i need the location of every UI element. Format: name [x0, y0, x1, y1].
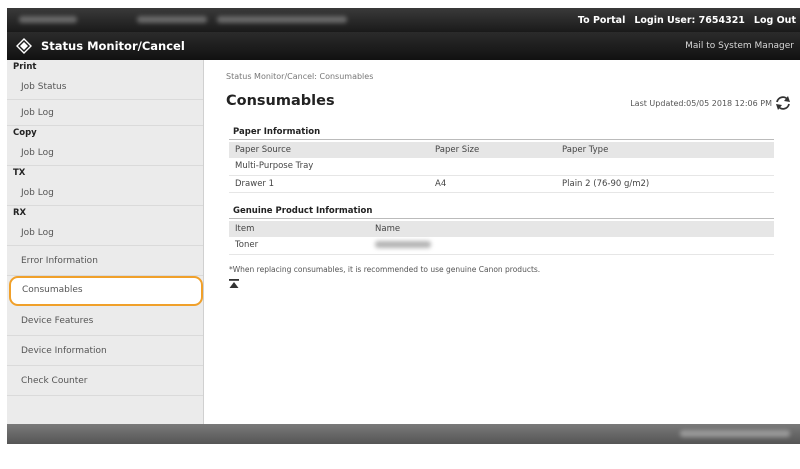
- title-bar: Status Monitor/Cancel Mail to System Man…: [7, 32, 800, 60]
- last-updated-label: Last Updated:05/05 2018 12:06 PM: [630, 99, 772, 108]
- column-header: Item: [229, 221, 369, 237]
- sidebar-item-tx-job-log[interactable]: Job Log: [7, 180, 203, 206]
- table-cell: Multi-Purpose Tray: [229, 158, 429, 176]
- table-cell: Toner: [229, 237, 369, 255]
- login-user-label: Login User: 7654321: [634, 14, 745, 26]
- column-header: Name: [369, 221, 774, 237]
- table-row: Drawer 1 A4 Plain 2 (76-90 g/m2): [229, 175, 774, 193]
- sidebar-heading-print: Print: [13, 62, 37, 72]
- page-title: Consumables: [226, 93, 335, 109]
- genuine-product-table: Item Name Toner: [229, 221, 774, 255]
- column-header: Paper Size: [429, 142, 556, 158]
- paper-information-table: Paper Source Paper Size Paper Type Multi…: [229, 142, 774, 193]
- blurred-device-address: [137, 16, 207, 23]
- table-cell: [556, 158, 774, 176]
- log-out-link[interactable]: Log Out: [754, 15, 796, 26]
- sidebar-heading-tx: TX: [13, 168, 26, 178]
- footer: [7, 424, 800, 444]
- table-row: Toner: [229, 237, 774, 255]
- blurred-device-name: [19, 16, 77, 23]
- sidebar-item-error-information[interactable]: Error Information: [7, 246, 203, 276]
- mail-to-system-manager-link[interactable]: Mail to System Manager: [685, 41, 794, 51]
- table-cell: Drawer 1: [229, 175, 429, 193]
- blurred-device-info: [217, 16, 347, 23]
- table-header-row: Item Name: [229, 221, 774, 237]
- to-portal-link[interactable]: To Portal: [578, 15, 625, 26]
- top-links: To Portal Login User: 7654321 Log Out: [578, 8, 796, 32]
- refresh-icon[interactable]: [774, 94, 792, 112]
- table-row: Multi-Purpose Tray: [229, 158, 774, 176]
- paper-information-divider: [229, 139, 774, 140]
- sidebar-item-device-information[interactable]: Device Information: [7, 336, 203, 366]
- column-header: Paper Type: [556, 142, 774, 158]
- genuine-product-divider: [229, 218, 774, 219]
- column-header: Paper Source: [229, 142, 429, 158]
- status-monitor-logo-icon: [16, 38, 32, 54]
- sidebar-item-print-job-log[interactable]: Job Log: [7, 100, 203, 126]
- sidebar: Print Job Status Job Log Copy Job Log TX…: [7, 60, 204, 424]
- genuine-product-information-heading: Genuine Product Information: [233, 206, 373, 216]
- genuine-products-note: *When replacing consumables, it is recom…: [229, 265, 541, 274]
- table-header-row: Paper Source Paper Size Paper Type: [229, 142, 774, 158]
- sidebar-heading-copy: Copy: [13, 128, 37, 138]
- breadcrumb: Status Monitor/Cancel: Consumables: [226, 72, 374, 81]
- table-cell: A4: [429, 175, 556, 193]
- app-title: Status Monitor/Cancel: [41, 39, 185, 53]
- sidebar-heading-rx: RX: [13, 208, 27, 218]
- table-cell: [429, 158, 556, 176]
- blurred-copyright: [680, 430, 790, 437]
- sidebar-item-check-counter[interactable]: Check Counter: [7, 366, 203, 396]
- sidebar-item-print-job-status[interactable]: Job Status: [7, 74, 203, 100]
- table-cell: Plain 2 (76-90 g/m2): [556, 175, 774, 193]
- sidebar-item-rx-job-log[interactable]: Job Log: [7, 220, 203, 246]
- sidebar-item-copy-job-log[interactable]: Job Log: [7, 140, 203, 166]
- paper-information-heading: Paper Information: [233, 127, 321, 137]
- sidebar-item-device-features[interactable]: Device Features: [7, 306, 203, 336]
- table-cell: [369, 237, 774, 255]
- blurred-toner-name: [375, 241, 431, 249]
- top-bar: To Portal Login User: 7654321 Log Out: [7, 8, 800, 32]
- sidebar-item-consumables[interactable]: Consumables: [9, 276, 203, 306]
- to-top-icon[interactable]: [228, 278, 240, 290]
- main-content: Status Monitor/Cancel: Consumables Consu…: [205, 60, 800, 424]
